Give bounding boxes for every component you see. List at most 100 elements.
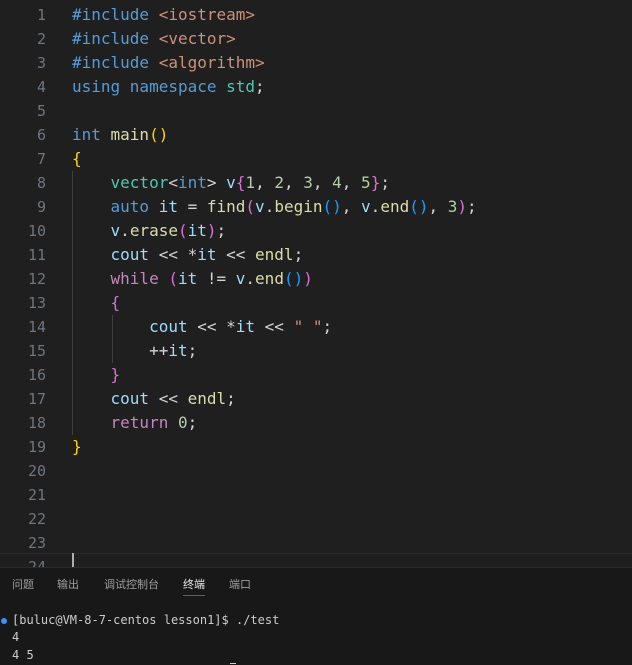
code-token: cout xyxy=(110,389,150,408)
line-number: 7 xyxy=(36,150,46,168)
code-line[interactable]: 11 cout << *it << endl; xyxy=(0,243,632,267)
code-text: auto it = find(v.begin(), v.end(), 3); xyxy=(72,195,477,219)
line-number: 12 xyxy=(27,270,46,288)
code-line[interactable]: 15 ++it; xyxy=(0,339,632,363)
code-token: () xyxy=(149,125,169,144)
line-number: 1 xyxy=(36,6,46,24)
code-line[interactable]: 24 xyxy=(0,555,632,567)
line-number: 6 xyxy=(36,126,46,144)
code-token: v xyxy=(226,173,236,192)
code-token: auto xyxy=(110,197,159,216)
code-line[interactable]: 3 #include <algorithm> xyxy=(0,51,632,75)
code-token: int xyxy=(72,125,111,144)
code-text: } xyxy=(72,435,82,459)
code-editor[interactable]: 1 #include <iostream> 2 #include <vector> 3 #… xyxy=(0,0,632,567)
code-token: ) xyxy=(457,197,468,216)
line-number: 24 xyxy=(27,558,46,567)
code-text: ++it; xyxy=(72,339,197,363)
code-token: namespace xyxy=(129,77,227,96)
code-token: } xyxy=(72,437,82,456)
code-line[interactable]: 23 xyxy=(0,531,632,555)
code-text: { xyxy=(72,147,82,171)
code-line[interactable]: 22 xyxy=(0,507,632,531)
line-number: 10 xyxy=(27,222,46,240)
code-line[interactable]: 18 return 0; xyxy=(0,411,632,435)
code-token: 2 xyxy=(274,173,284,192)
code-token: cout xyxy=(149,317,188,336)
code-token: ; xyxy=(187,341,198,360)
tab-ports[interactable]: 端口 xyxy=(229,577,251,593)
code-token: ) xyxy=(303,269,313,288)
code-line[interactable]: 21 xyxy=(0,483,632,507)
code-token: . xyxy=(264,197,275,216)
code-token: ) xyxy=(206,221,217,240)
line-number: 5 xyxy=(36,102,46,120)
line-number: 19 xyxy=(27,438,46,456)
code-line[interactable]: 17 cout << endl; xyxy=(0,387,632,411)
code-token: int xyxy=(177,173,207,192)
code-line[interactable]: 19} xyxy=(0,435,632,459)
code-token: { xyxy=(235,173,246,192)
code-token: endl xyxy=(187,389,227,408)
line-number: 4 xyxy=(36,78,46,96)
code-token: ( xyxy=(177,221,188,240)
code-token: , xyxy=(283,173,304,192)
code-text: vector<int> v{1, 2, 3, 4, 5}; xyxy=(72,171,390,195)
line-number: 16 xyxy=(27,366,46,384)
code-token: ; xyxy=(187,413,198,432)
code-token: cout xyxy=(110,245,150,264)
code-token: <algorithm> xyxy=(158,53,265,72)
code-line[interactable]: 12 while (it != v.end()) xyxy=(0,267,632,291)
tab-terminal[interactable]: 终端 xyxy=(183,577,205,593)
line-number: 21 xyxy=(27,486,46,504)
code-token: . xyxy=(120,221,130,240)
code-line[interactable]: 1 #include <iostream> xyxy=(0,3,632,27)
code-token: it xyxy=(168,341,188,360)
code-line[interactable]: 2 #include <vector> xyxy=(0,27,632,51)
code-token: , xyxy=(312,173,333,192)
terminal-line: 4 5 xyxy=(12,648,34,662)
code-line[interactable]: 7{ xyxy=(0,147,632,171)
code-token: } xyxy=(370,173,381,192)
code-token: std xyxy=(226,77,256,96)
code-text: v.erase(it); xyxy=(72,219,227,243)
code-line[interactable]: 20 xyxy=(0,459,632,483)
code-token: ; xyxy=(226,389,236,408)
code-token: () xyxy=(283,269,304,288)
code-text: } xyxy=(72,363,121,387)
code-line[interactable]: 13 { xyxy=(0,291,632,315)
code-line[interactable]: 14 cout << *it << " "; xyxy=(0,315,632,339)
line-number: 23 xyxy=(27,534,46,552)
tab-debug-console[interactable]: 调试控制台 xyxy=(104,577,159,593)
code-token: << xyxy=(216,245,256,264)
code-token: it xyxy=(187,221,207,240)
indent-guide xyxy=(111,315,113,363)
code-line[interactable]: 16 } xyxy=(0,363,632,387)
code-token: { xyxy=(72,149,82,168)
code-line[interactable]: 4 using namespace std; xyxy=(0,75,632,99)
code-token: find xyxy=(206,197,246,216)
code-token: << * xyxy=(149,245,198,264)
code-line[interactable]: 6 int main() xyxy=(0,123,632,147)
code-line[interactable]: 9 auto it = find(v.begin(), v.end(), 3); xyxy=(0,195,632,219)
code-line[interactable]: 5 xyxy=(0,99,632,123)
code-line[interactable]: 10 v.erase(it); xyxy=(0,219,632,243)
code-text: while (it != v.end()) xyxy=(72,267,313,291)
tab-output[interactable]: 输出 xyxy=(57,577,79,593)
tab-problems[interactable]: 问题 xyxy=(12,577,34,593)
code-token: " " xyxy=(293,317,323,336)
code-token: ; xyxy=(380,173,390,192)
command-status-dot-icon xyxy=(1,618,7,624)
text-cursor xyxy=(72,553,74,567)
editor-divider xyxy=(0,553,632,554)
code-token: 1 xyxy=(245,173,256,192)
code-token: ++ xyxy=(149,341,169,360)
line-number: 13 xyxy=(27,294,46,312)
code-token: , xyxy=(428,197,448,216)
code-line[interactable]: 8 vector<int> v{1, 2, 3, 4, 5}; xyxy=(0,171,632,195)
code-text: { xyxy=(72,291,121,315)
line-number: 2 xyxy=(36,30,46,48)
